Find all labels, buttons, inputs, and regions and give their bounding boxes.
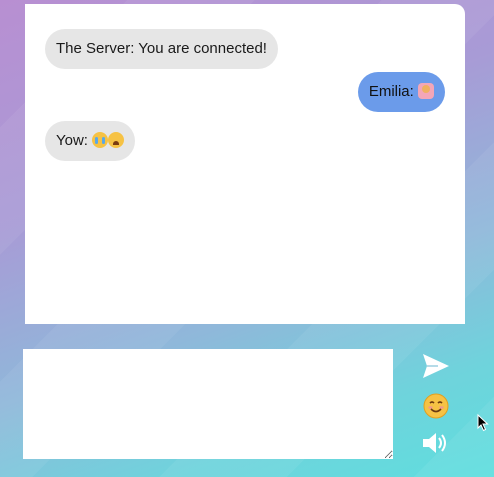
- chat-message-panel[interactable]: The Server: You are connected! Emilia: Y…: [25, 4, 465, 324]
- tired-face-emoji: [108, 132, 125, 148]
- message-input[interactable]: [23, 349, 393, 459]
- message-bubble-server: The Server: You are connected!: [45, 29, 278, 69]
- send-button[interactable]: [420, 350, 452, 382]
- message-text: Yow:: [56, 132, 93, 149]
- speaker-icon: [423, 433, 446, 453]
- message-bubble-emilia: Emilia:: [357, 72, 445, 112]
- person-raising-hand-emoji: [418, 83, 434, 99]
- mouse-pointer-icon: [477, 414, 489, 432]
- send-icon: [423, 354, 449, 378]
- sound-toggle-button[interactable]: [420, 427, 452, 459]
- smiling-face-icon: [423, 393, 449, 419]
- emoji-picker-button[interactable]: [420, 390, 452, 422]
- message-text: Emilia:: [368, 83, 418, 100]
- message-text: The Server: You are connected!: [56, 40, 267, 57]
- loudly-crying-face-emoji: [92, 132, 109, 148]
- message-bubble-yow: Yow:: [45, 121, 136, 161]
